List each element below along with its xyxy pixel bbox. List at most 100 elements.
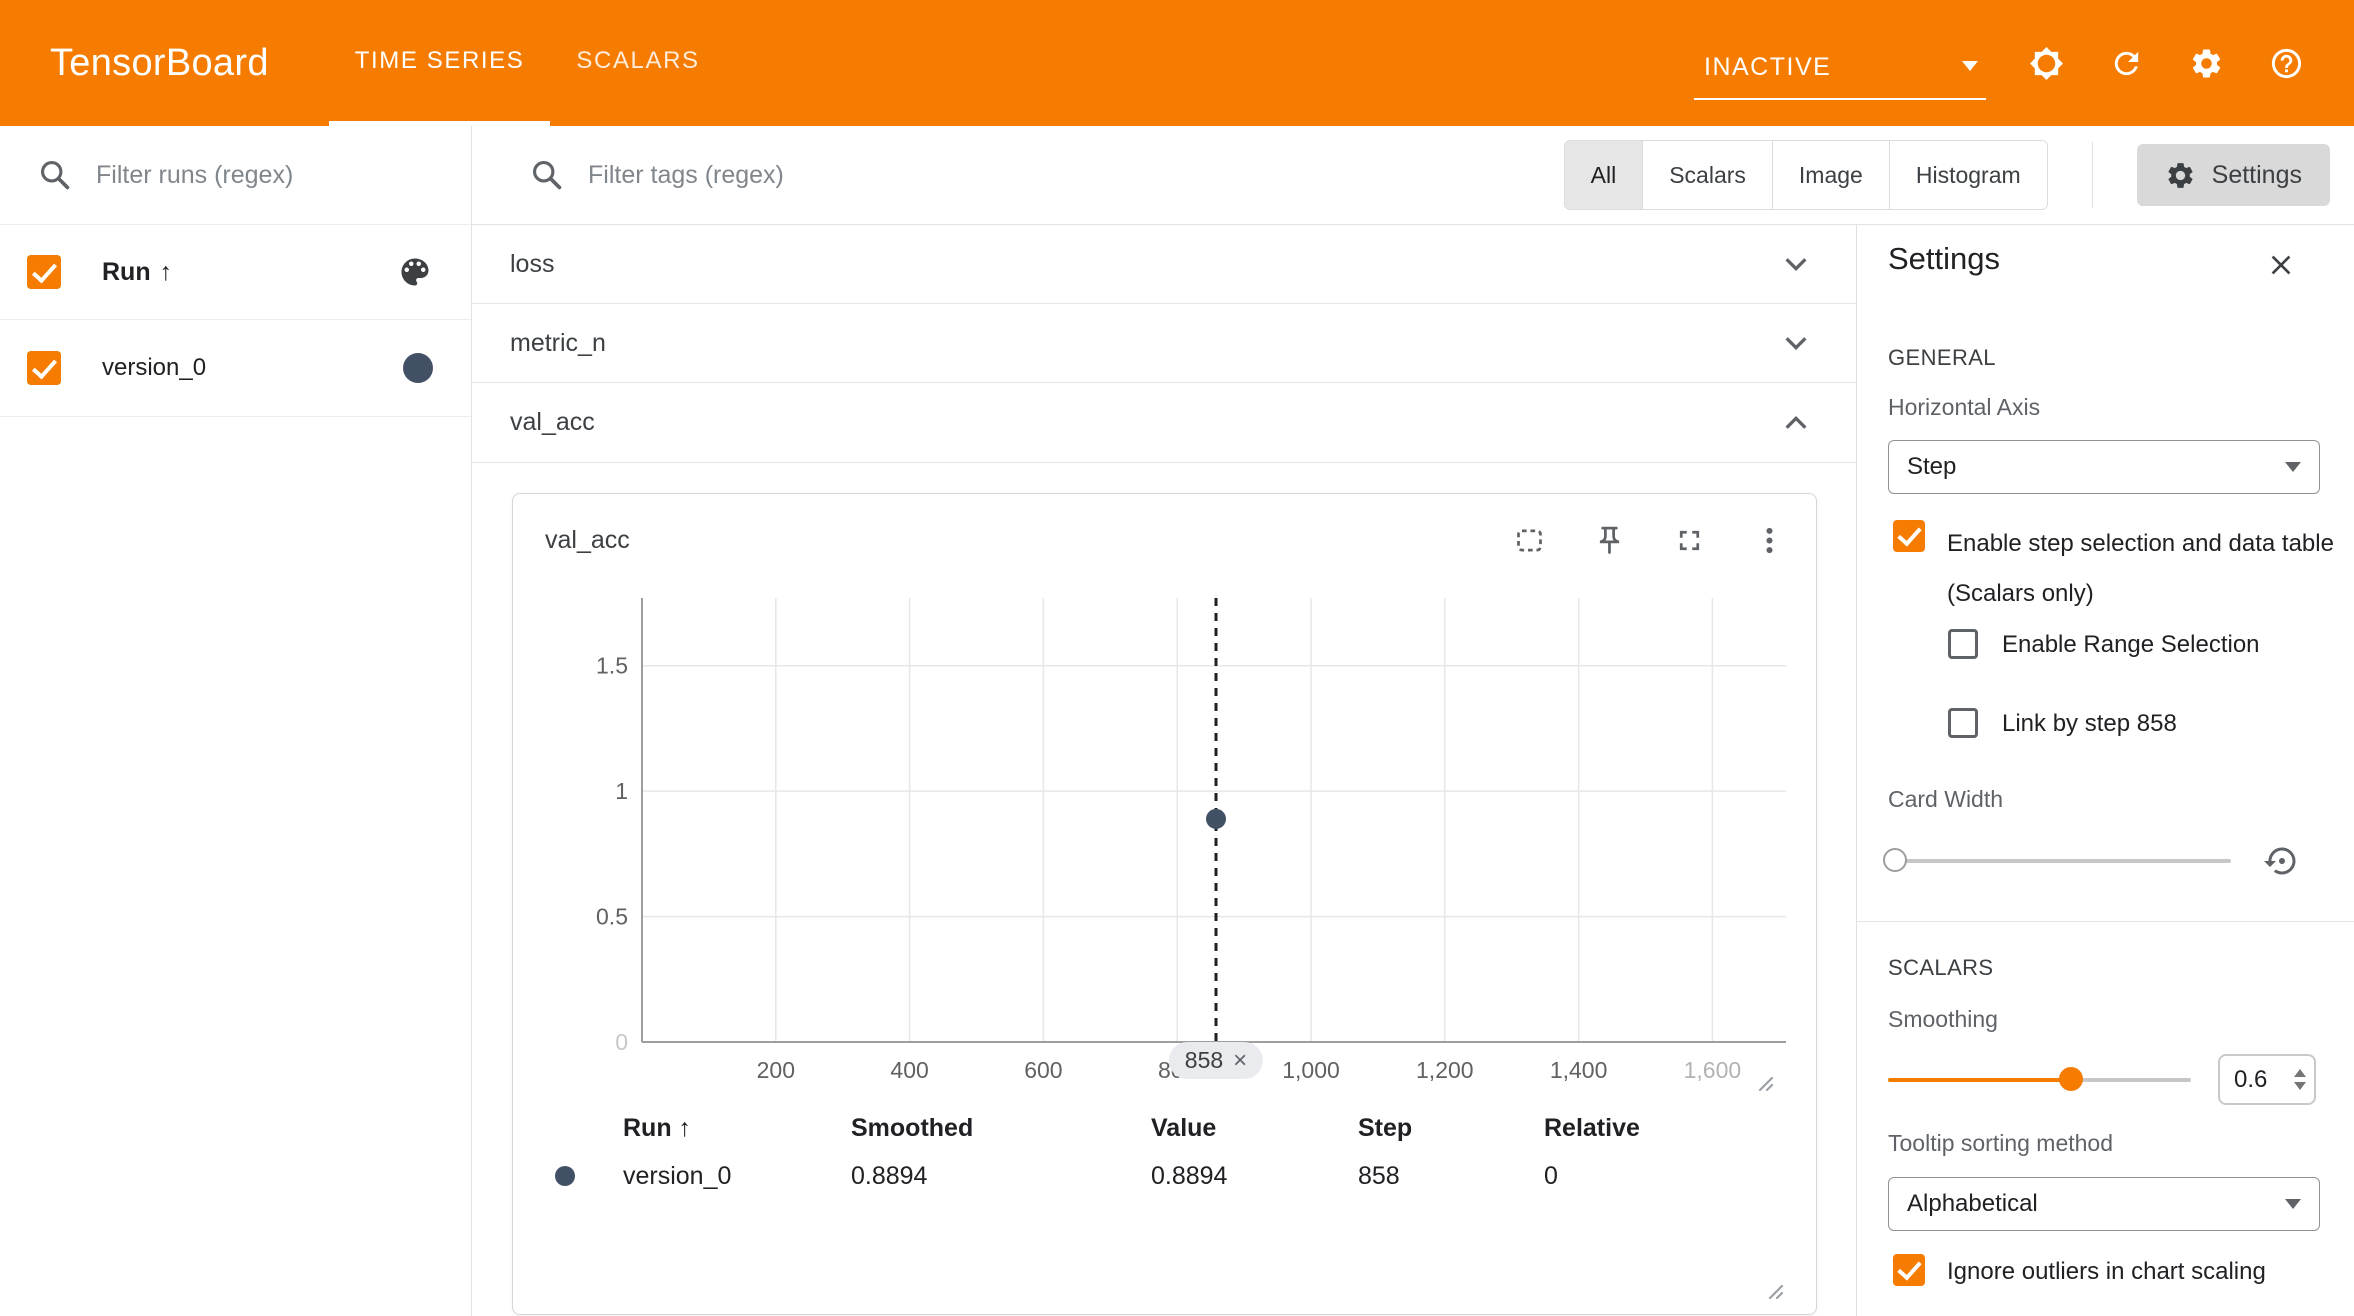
tag-type-filter-group: All Scalars Image Histogram [1564,140,2048,210]
card-width-slider-thumb[interactable] [1883,848,1907,872]
pin-card-button[interactable] [1582,513,1636,567]
refresh-icon [2109,46,2144,81]
expand-card-button[interactable] [1662,513,1716,567]
smoothing-label: Smoothing [1888,1006,1998,1033]
series-color-dot [555,1166,575,1186]
link-by-step-checkbox[interactable] [1948,708,1978,738]
tooltip-sorting-select[interactable]: Alphabetical [1888,1177,2320,1231]
section-val-acc[interactable]: val_acc [472,383,1856,463]
svg-text:1,400: 1,400 [1550,1057,1608,1083]
scalar-card-val-acc: val_acc [512,493,1817,1315]
step-chip[interactable]: 858 × [1169,1042,1263,1079]
chevron-down-icon[interactable] [1782,329,1810,357]
table-header-relative[interactable]: Relative [1544,1104,1816,1152]
card-width-slider[interactable] [1888,859,2231,863]
svg-text:1,000: 1,000 [1282,1057,1340,1083]
help-icon [2269,46,2304,81]
run-checkbox[interactable] [27,351,61,385]
svg-text:0: 0 [615,1029,628,1055]
run-status-select[interactable]: INACTIVE [1694,53,1986,100]
chevron-up-icon[interactable] [1782,409,1810,437]
chevron-down-icon[interactable] [1782,250,1810,278]
smoothing-slider-thumb[interactable] [2059,1067,2083,1091]
chart-plot[interactable]: 00.511.52004006008001,0001,2001,4001,600 [513,586,1816,1096]
sort-arrow-icon[interactable]: ↑ [160,258,173,287]
table-cell-relative: 0 [1544,1152,1816,1200]
settings-button-label: Settings [2212,161,2302,190]
gear-icon [2165,160,2196,191]
smoothing-value-input[interactable]: 0.6 [2218,1054,2316,1105]
tags-list: loss metric_n val_acc val_acc [472,225,1856,1316]
filter-histogram-button[interactable]: Histogram [1889,141,2047,209]
filter-image-button[interactable]: Image [1772,141,1889,209]
run-color-dot [403,353,433,383]
selection-box-icon [1513,524,1546,557]
chip-close-icon[interactable]: × [1233,1049,1247,1073]
ignore-outliers-label: Ignore outliers in chart scaling [1947,1258,2266,1286]
runs-column-label: Run [102,258,151,287]
settings-panel-title: Settings [1888,241,2000,277]
svg-text:200: 200 [757,1057,795,1083]
tags-toolbar: All Scalars Image Histogram Settings [472,126,2354,225]
spin-down-icon[interactable] [2294,1082,2306,1090]
filter-scalars-button[interactable]: Scalars [1642,141,1772,209]
section-loss[interactable]: loss [472,225,1856,304]
chevron-down-icon [2285,462,2301,472]
fullscreen-icon [1673,524,1706,557]
filter-all-button[interactable]: All [1565,141,1643,209]
spin-up-icon[interactable] [2294,1069,2306,1077]
svg-text:1,200: 1,200 [1416,1057,1474,1083]
card-resize-handle[interactable] [1762,1278,1786,1302]
ignore-outliers-checkbox[interactable] [1893,1254,1925,1286]
card-data-table: Run ↑ Smoothed Value Step Relative versi… [513,1104,1816,1200]
run-list-item[interactable]: version_0 [0,320,471,417]
close-icon[interactable] [2265,249,2297,281]
runs-filter-row [0,126,471,225]
run-name: version_0 [102,354,206,382]
enable-range-selection-checkbox[interactable] [1948,629,1978,659]
horizontal-axis-select[interactable]: Step [1888,440,2320,494]
smoothing-slider[interactable] [1888,1078,2191,1082]
app-title: TensorBoard [50,42,269,85]
content-row: loss metric_n val_acc val_acc [472,225,2354,1316]
refresh-button[interactable] [2102,39,2150,87]
tags-filter-input[interactable] [588,161,1148,190]
svg-text:400: 400 [890,1057,928,1083]
settings-gear-button[interactable] [2182,39,2230,87]
chart-area[interactable]: 00.511.52004006008001,0001,2001,4001,600… [513,586,1816,1096]
enable-step-selection-checkbox[interactable] [1893,520,1925,552]
runs-filter-input[interactable] [96,161,441,190]
tooltip-sorting-value: Alphabetical [1907,1190,2038,1218]
runs-sidebar: Run ↑ version_0 [0,126,472,1316]
settings-toggle-button[interactable]: Settings [2137,144,2330,206]
number-spinner[interactable] [2286,1056,2314,1103]
settings-panel: Settings GENERAL Horizontal Axis Step En… [1856,225,2354,1316]
chart-resize-handle[interactable] [1752,1070,1776,1094]
help-button[interactable] [2262,39,2310,87]
table-header-smoothed[interactable]: Smoothed [851,1104,1151,1152]
reset-card-width-icon[interactable] [2264,843,2300,879]
link-by-step-label: Link by step 858 [2002,710,2177,738]
svg-text:1,600: 1,600 [1684,1057,1742,1083]
card-width-label: Card Width [1888,786,2003,813]
header-icon-group [2022,39,2310,87]
horizontal-axis-value: Step [1907,453,1956,481]
table-header-run[interactable]: Run ↑ [623,1104,851,1152]
section-metric-n[interactable]: metric_n [472,304,1856,383]
tab-scalars[interactable]: SCALARS [550,0,725,126]
chevron-down-icon [1962,61,1978,71]
smoothing-value: 0.6 [2220,1066,2286,1094]
data-selection-button[interactable] [1502,513,1556,567]
card-title: val_acc [545,526,630,555]
table-header-step[interactable]: Step [1358,1104,1544,1152]
search-icon [530,158,564,192]
tensorboard-app: TensorBoard TIME SERIES SCALARS INACTIVE [0,0,2354,1316]
brightness-toggle-button[interactable] [2022,39,2070,87]
card-menu-button[interactable] [1742,513,1796,567]
tab-time-series[interactable]: TIME SERIES [329,0,551,126]
select-all-runs-checkbox[interactable] [27,255,61,289]
table-header-value[interactable]: Value [1151,1104,1358,1152]
enable-step-selection-label: Enable step selection and data table (Sc… [1947,519,2339,619]
enable-range-selection-label: Enable Range Selection [2002,631,2260,659]
step-chip-value: 858 [1185,1047,1223,1074]
